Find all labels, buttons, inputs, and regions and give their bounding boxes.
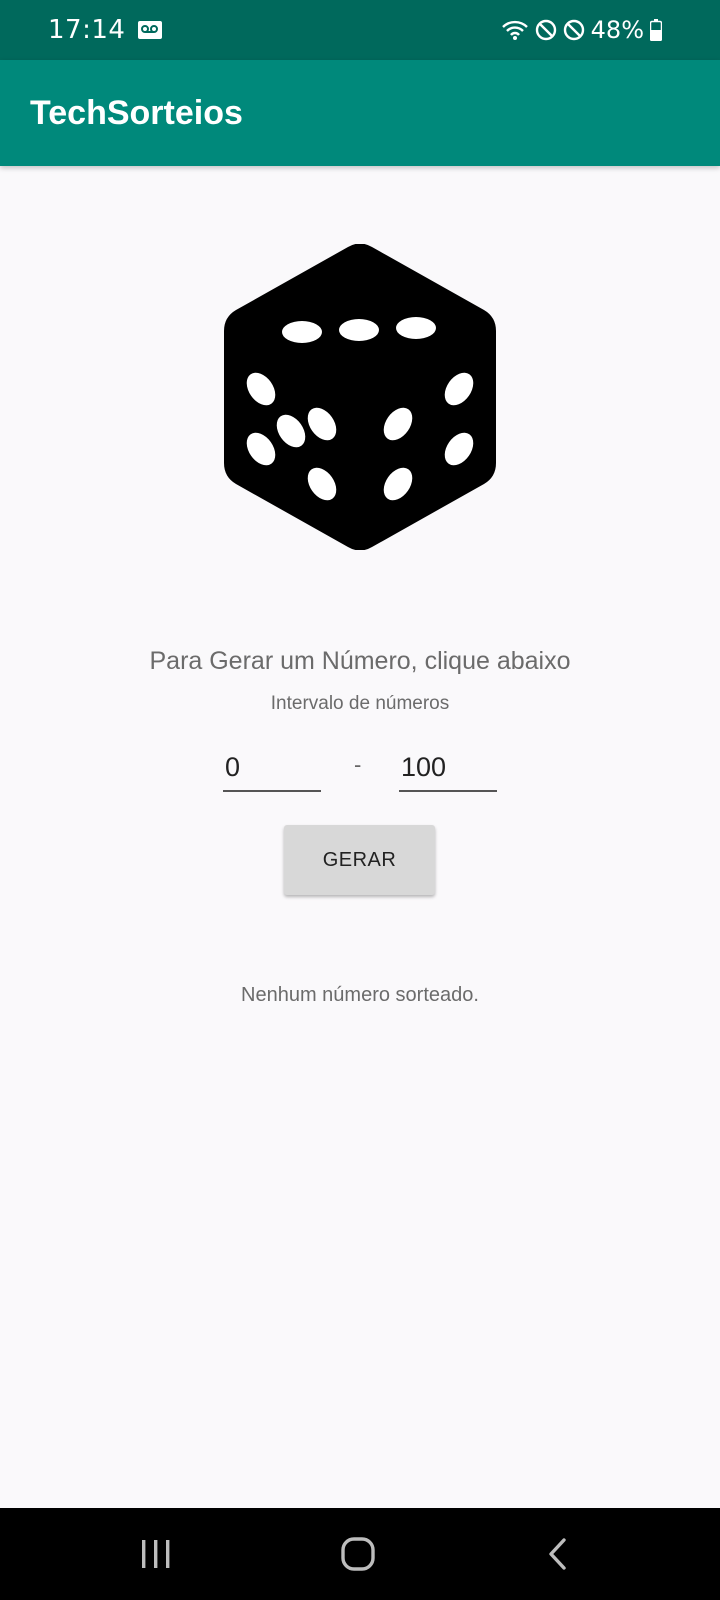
voicemail-icon (137, 20, 163, 40)
back-button[interactable] (498, 1508, 618, 1600)
battery-icon (650, 19, 662, 41)
dice-icon (224, 244, 496, 550)
recents-icon (142, 1540, 170, 1568)
generate-button[interactable]: GERAR (284, 825, 435, 895)
do-not-disturb-icon (535, 19, 557, 41)
status-time: 17:14 (48, 15, 126, 45)
status-bar: 17:14 48% (0, 0, 720, 60)
range-label: Intervalo de números (270, 693, 450, 714)
screen: 17:14 48% TechSorteios Para Gerar um Núm… (0, 0, 720, 1600)
home-button[interactable] (298, 1508, 418, 1600)
home-icon (341, 1537, 375, 1571)
headline: Para Gerar um Número, clique abaixo (149, 647, 571, 675)
blocked-icon (563, 19, 585, 41)
battery-percentage: 48% (590, 16, 644, 44)
range-min-input[interactable] (223, 744, 321, 792)
range-max-input[interactable] (399, 744, 497, 792)
app-title: TechSorteios (30, 93, 243, 132)
status-right: 48% (495, 16, 662, 44)
app-bar: TechSorteios (0, 60, 720, 166)
wifi-icon (501, 19, 529, 41)
result-text: Nenhum número sorteado. (241, 984, 479, 1006)
range-separator: - (354, 752, 362, 777)
back-icon (549, 1538, 566, 1570)
status-left: 17:14 (48, 15, 163, 45)
navigation-bar (0, 1508, 720, 1600)
recents-button[interactable] (96, 1508, 216, 1600)
